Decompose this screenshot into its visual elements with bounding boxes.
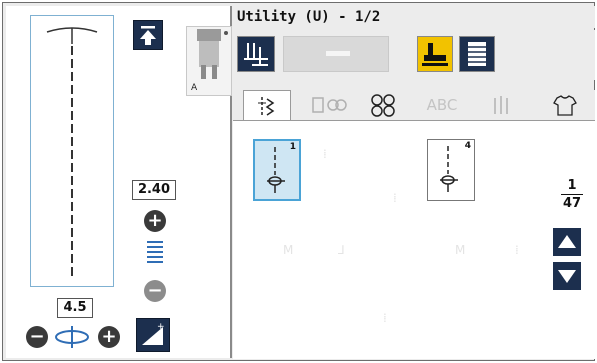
- minus-icon: −: [29, 326, 45, 347]
- stitch-number: 1: [289, 142, 296, 152]
- scissors-icon: [371, 94, 395, 117]
- stitch-length-value: 2.40: [132, 180, 176, 200]
- jump-to-top-button[interactable]: [133, 20, 163, 50]
- utility-stitch-icon: [258, 97, 275, 117]
- ghost-stitch: ⁞: [393, 191, 397, 205]
- stitch-tile-4[interactable]: 4: [427, 139, 475, 201]
- needle-position-icon: [244, 43, 268, 66]
- tab-quilting[interactable]: [361, 90, 405, 120]
- page-title: Utility (U) - 1/2: [233, 6, 595, 28]
- toolbar: [233, 30, 595, 80]
- stitch-preview: [30, 15, 114, 287]
- arrow-down-icon: [558, 270, 576, 283]
- shirt-icon: [553, 95, 577, 116]
- arrow-to-top-icon: [140, 26, 156, 45]
- stitch-width-decrease-button[interactable]: −: [26, 326, 48, 348]
- needle-position-button[interactable]: [237, 36, 275, 72]
- plus-icon: +: [147, 210, 163, 231]
- page-indicator: 1 47: [557, 178, 587, 211]
- grid-icon: [468, 42, 486, 66]
- stitch-number: 4: [464, 141, 471, 151]
- ghost-stitch: ⁞: [383, 311, 387, 325]
- tab-garment[interactable]: [543, 90, 587, 120]
- decorative-stitch-icon: [312, 97, 347, 113]
- ghost-stitch: M: [455, 243, 466, 257]
- screen-frame: A 2.40 + − 4.5 − + + Utility (U) - 1/2 A…: [2, 2, 595, 361]
- ghost-stitch: M: [283, 243, 294, 257]
- stitch-grid: ⁞ ⁞ M ⅃ M ⁞ ⁞ 1 4: [233, 120, 595, 359]
- dash-icon: [326, 51, 350, 56]
- stitch-tile-1[interactable]: 1: [253, 139, 301, 201]
- buttonhole-icon: [494, 96, 508, 114]
- tab-utility[interactable]: [243, 90, 291, 121]
- stitch-category-tabs: ABC: [233, 90, 595, 121]
- alphabet-icon: ABC: [426, 96, 458, 114]
- stitch-preview-graphic: [46, 27, 98, 278]
- arrow-up-icon: [558, 235, 576, 248]
- presser-foot-label: A: [191, 83, 198, 93]
- stitch-length-increase-button[interactable]: +: [144, 210, 166, 232]
- plus-icon: +: [101, 326, 117, 347]
- slope-adjust-icon: +: [142, 322, 165, 345]
- foot-up-icon: [422, 43, 448, 66]
- page-divider: [561, 194, 583, 195]
- stitch-density-button[interactable]: [459, 36, 495, 72]
- stitch-width-value: 4.5: [57, 298, 93, 318]
- presser-foot-icon: [197, 29, 228, 79]
- tension-adjust-button[interactable]: +: [136, 318, 170, 352]
- scroll-down-button[interactable]: [553, 262, 581, 290]
- svg-text:+: +: [157, 322, 165, 332]
- presser-foot-indicator[interactable]: A: [186, 26, 232, 96]
- ghost-stitch: ⁞: [323, 147, 327, 161]
- tab-alphabet[interactable]: ABC: [417, 90, 467, 120]
- stitch-length-icon: [146, 240, 164, 266]
- ghost-stitch: ⁞: [515, 243, 519, 257]
- page-total: 47: [562, 196, 582, 211]
- minus-icon: −: [147, 280, 163, 301]
- stitch-settings-panel: A 2.40 + − 4.5 − + +: [6, 6, 232, 358]
- stitch-length-decrease-button[interactable]: −: [144, 280, 166, 302]
- stitch-width-increase-button[interactable]: +: [98, 326, 120, 348]
- ghost-stitch: ⅃: [338, 243, 345, 257]
- tab-decorative[interactable]: [303, 90, 353, 120]
- stitch-width-icon: [52, 324, 92, 350]
- disabled-toolbar-button: [283, 36, 389, 72]
- scroll-up-button[interactable]: [553, 228, 581, 256]
- page-current: 1: [567, 178, 577, 193]
- tab-buttonhole[interactable]: [479, 90, 523, 120]
- stitch-selection-panel: Utility (U) - 1/2 ABC ⁞ ⁞ M ⅃ M ⁞ ⁞ 1 4 …: [233, 6, 595, 359]
- presser-foot-lift-button[interactable]: [417, 36, 453, 72]
